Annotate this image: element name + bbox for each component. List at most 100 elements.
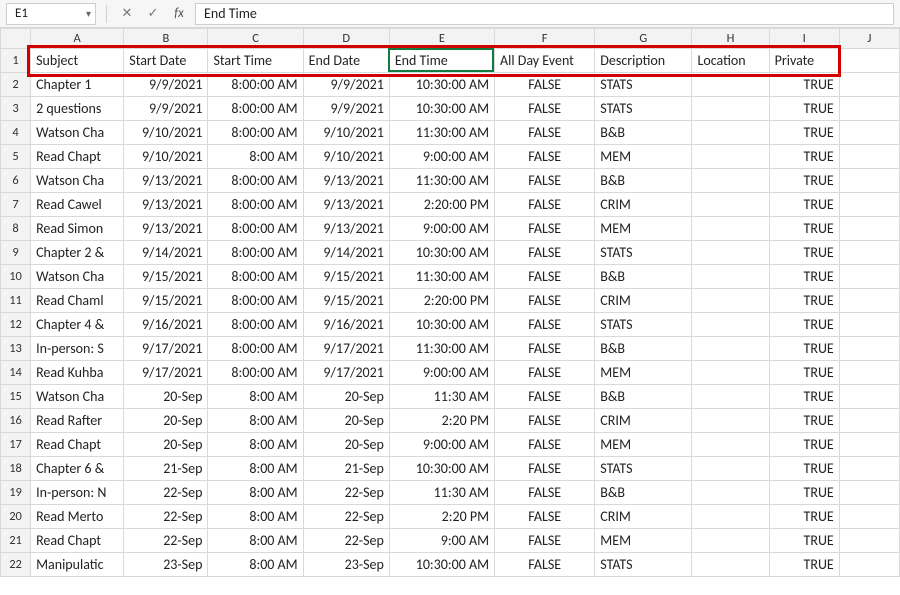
cell[interactable]: B&B [595,169,692,193]
cell[interactable]: 8:00:00 AM [208,121,303,145]
cell[interactable]: Read Rafter [31,409,124,433]
cell[interactable]: FALSE [495,385,595,409]
cell[interactable]: MEM [595,529,692,553]
row-header[interactable]: 19 [1,481,31,505]
cell[interactable]: Read Chapt [31,145,124,169]
cell[interactable]: TRUE [769,169,839,193]
cell[interactable]: 9:00:00 AM [389,145,494,169]
cell[interactable] [692,193,769,217]
cell[interactable]: Watson Cha [31,169,124,193]
name-box[interactable]: E1 ▾ [6,3,96,25]
cell[interactable]: 8:00 AM [208,529,303,553]
cell[interactable]: TRUE [769,97,839,121]
row-header[interactable]: 9 [1,241,31,265]
cell[interactable]: 9/10/2021 [124,121,208,145]
cell[interactable]: 9/15/2021 [124,265,208,289]
cell[interactable]: FALSE [495,97,595,121]
cell[interactable]: Read Chapt [31,529,124,553]
cell[interactable] [692,505,769,529]
cell[interactable]: TRUE [769,457,839,481]
cell[interactable] [692,169,769,193]
cell[interactable]: Subject [31,49,124,73]
cell[interactable]: FALSE [495,241,595,265]
column-header[interactable]: H [692,29,769,49]
cell[interactable]: TRUE [769,433,839,457]
cell[interactable]: 9/13/2021 [124,193,208,217]
row-header[interactable]: 5 [1,145,31,169]
cell[interactable]: TRUE [769,361,839,385]
cell[interactable]: 22-Sep [124,481,208,505]
cell[interactable]: FALSE [495,433,595,457]
cell[interactable]: CRIM [595,505,692,529]
cell[interactable]: FALSE [495,553,595,577]
cell[interactable] [692,553,769,577]
select-all-corner[interactable] [1,29,31,49]
cell[interactable]: 9/13/2021 [303,217,389,241]
cell[interactable] [839,265,899,289]
cell[interactable]: FALSE [495,529,595,553]
cell[interactable]: 8:00 AM [208,385,303,409]
cell[interactable]: End Time [389,49,494,73]
cell[interactable]: 10:30:00 AM [389,313,494,337]
row-header[interactable]: 11 [1,289,31,313]
cell[interactable] [692,337,769,361]
cell[interactable]: B&B [595,121,692,145]
cell[interactable]: STATS [595,553,692,577]
cell[interactable]: 2:20 PM [389,409,494,433]
cell[interactable]: 8:00 AM [208,481,303,505]
cell[interactable]: 9/15/2021 [303,289,389,313]
cell[interactable]: Private [769,49,839,73]
cell[interactable]: 10:30:00 AM [389,553,494,577]
cell[interactable]: 9/14/2021 [124,241,208,265]
cell[interactable]: TRUE [769,241,839,265]
cell[interactable]: 9/16/2021 [303,313,389,337]
cell[interactable]: FALSE [495,265,595,289]
cell[interactable] [692,409,769,433]
cell[interactable] [692,457,769,481]
cell[interactable] [839,169,899,193]
cell[interactable]: FALSE [495,193,595,217]
cell[interactable]: Chapter 1 [31,73,124,97]
cell[interactable]: 11:30 AM [389,385,494,409]
cell[interactable]: Chapter 4 & [31,313,124,337]
cell[interactable] [692,241,769,265]
cell[interactable]: Read Cawel [31,193,124,217]
cell[interactable]: 9/13/2021 [303,193,389,217]
column-header[interactable]: A [31,29,124,49]
cell[interactable] [839,337,899,361]
cell[interactable]: 9:00:00 AM [389,361,494,385]
cell[interactable] [839,145,899,169]
cell[interactable] [839,505,899,529]
cell[interactable]: 8:00:00 AM [208,337,303,361]
cell[interactable] [839,361,899,385]
cell[interactable]: 8:00:00 AM [208,193,303,217]
cell[interactable]: 2:20:00 PM [389,193,494,217]
cell[interactable]: FALSE [495,337,595,361]
cell[interactable]: All Day Event [495,49,595,73]
cell[interactable]: 8:00:00 AM [208,265,303,289]
cell[interactable] [839,433,899,457]
cell[interactable] [839,217,899,241]
cell[interactable]: 8:00 AM [208,553,303,577]
cell[interactable]: TRUE [769,73,839,97]
cell[interactable]: STATS [595,457,692,481]
cell[interactable]: STATS [595,313,692,337]
cell[interactable]: TRUE [769,145,839,169]
cell[interactable]: 9/15/2021 [303,265,389,289]
cell[interactable]: 9/9/2021 [303,73,389,97]
cell[interactable]: 9/9/2021 [124,73,208,97]
cell[interactable]: Description [595,49,692,73]
cell[interactable]: CRIM [595,193,692,217]
cell[interactable]: FALSE [495,169,595,193]
cell[interactable]: CRIM [595,409,692,433]
cell[interactable]: Chapter 2 & [31,241,124,265]
cell[interactable]: 8:00:00 AM [208,169,303,193]
fx-button[interactable]: fx [169,4,189,24]
cell[interactable]: FALSE [495,121,595,145]
cell[interactable]: 8:00 AM [208,457,303,481]
cell[interactable]: 9/13/2021 [303,169,389,193]
cell[interactable] [839,193,899,217]
column-header[interactable]: G [595,29,692,49]
cell[interactable]: Start Date [124,49,208,73]
cell[interactable] [839,121,899,145]
